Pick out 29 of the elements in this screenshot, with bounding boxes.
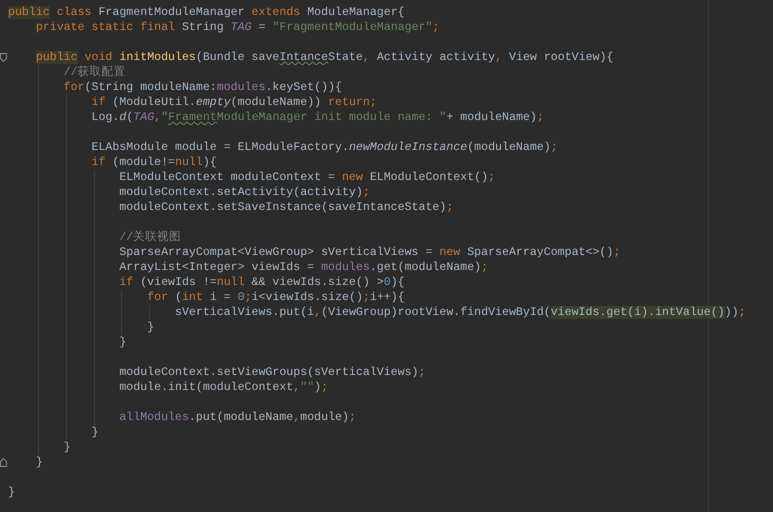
code-line: sVerticalViews.put(i,(ViewGroup)rootView.findViewById(viewIds.get(i).intValue())); bbox=[174, 305, 746, 320]
code-line: //获取配置 bbox=[62, 65, 126, 80]
code-line: Log.d(TAG,"FramentModuleManager init module name: "+ moduleName); bbox=[90, 110, 544, 125]
code-line: moduleContext.setViewGroups(sVerticalViews); bbox=[118, 365, 426, 380]
code-line: for(String moduleName:modules.keySet()){ bbox=[62, 80, 342, 95]
fold-marker-icon[interactable] bbox=[0, 53, 7, 62]
fold-marker-icon[interactable] bbox=[0, 458, 7, 467]
code-line: SparseArrayCompat<ViewGroup> sVerticalViews = new SparseArrayCompat<>(); bbox=[118, 245, 620, 260]
code-line: if (viewIds !=null && viewIds.size() >0){ bbox=[118, 275, 405, 290]
code-line: } bbox=[90, 425, 98, 440]
code-line: ArrayList<Integer> viewIds = modules.get(moduleName); bbox=[118, 260, 488, 275]
code-line: } bbox=[62, 440, 71, 455]
code-line: allModules.put(moduleName,module); bbox=[118, 410, 356, 425]
code-line: moduleContext.setActivity(activity); bbox=[118, 185, 370, 200]
code-line: private static final String TAG = "FragmentModuleManager"; bbox=[34, 20, 440, 35]
code-line: module.init(moduleContext,""); bbox=[118, 380, 328, 395]
code-line: if (ModuleUtil.empty(moduleName)) return; bbox=[90, 95, 377, 110]
code-line: //关联视图 bbox=[118, 230, 182, 245]
code-line: } bbox=[146, 320, 154, 335]
code-line: public void initModules(Bundle saveIntanceState, Activity activity, View rootView){ bbox=[34, 50, 614, 65]
code-line: } bbox=[8, 485, 15, 500]
code-line: moduleContext.setSaveInstance(saveIntanceState); bbox=[118, 200, 454, 215]
code-line: } bbox=[118, 335, 126, 350]
code-line: for (int i = 0;i<viewIds.size();i++){ bbox=[146, 290, 405, 305]
code-line: ELAbsModule module = ELModuleFactory.newModuleInstance(moduleName); bbox=[90, 140, 558, 155]
code-line: ELModuleContext moduleContext = new ELModuleContext(); bbox=[118, 170, 496, 185]
code-line: } bbox=[34, 455, 43, 470]
code-line: if (module!=null){ bbox=[90, 155, 217, 170]
code-line: public class FragmentModuleManager extends ModuleManager{ bbox=[8, 5, 405, 20]
